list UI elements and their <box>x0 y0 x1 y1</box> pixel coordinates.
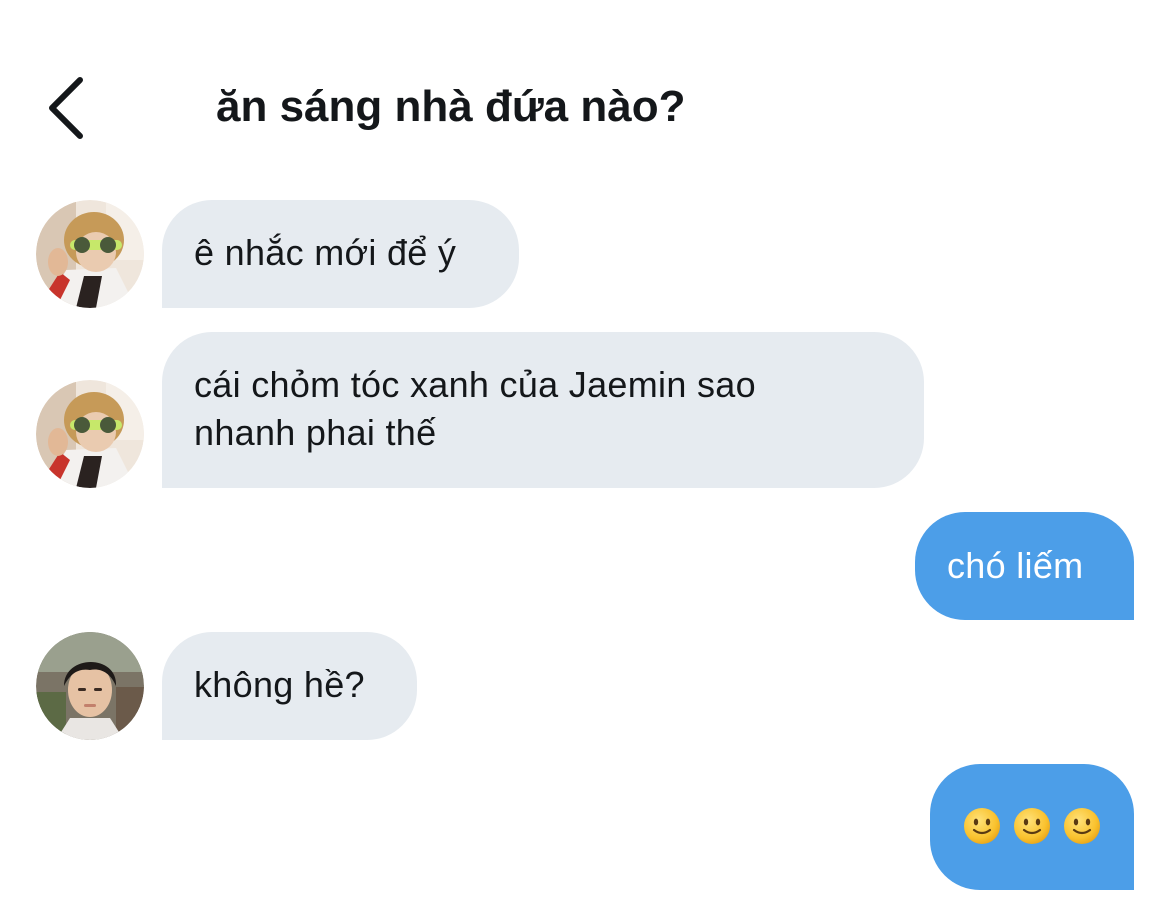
message-bubble[interactable]: chó liếm <box>915 512 1134 620</box>
message-bubble[interactable] <box>930 764 1134 890</box>
message-text: ê nhắc mới để ý <box>194 232 457 273</box>
message-text-line: nhanh phai thế <box>194 412 437 453</box>
message-text: không hề? <box>194 664 365 705</box>
message-text-line: cái chỏm tóc xanh của Jaemin sao <box>194 364 756 405</box>
conversation-title: ăn sáng nhà đứa nào? <box>216 82 686 131</box>
avatar-portrait-image <box>36 632 144 740</box>
chat-header: ăn sáng nhà đứa nào? <box>0 0 1169 180</box>
avatar-sunglasses-image <box>36 380 144 488</box>
slightly-smiling-face-emoji-icon <box>962 806 1002 846</box>
message-bubble[interactable]: cái chỏm tóc xanh của Jaemin sao nhanh p… <box>162 332 924 488</box>
avatar-sunglasses-image <box>36 200 144 308</box>
avatar[interactable] <box>36 380 144 488</box>
avatar[interactable] <box>36 200 144 308</box>
message-bubble[interactable]: ê nhắc mới để ý <box>162 200 519 308</box>
message-text: chó liếm <box>947 545 1084 586</box>
slightly-smiling-face-emoji-icon <box>1012 806 1052 846</box>
slightly-smiling-face-emoji-icon <box>1062 806 1102 846</box>
avatar[interactable] <box>36 632 144 740</box>
message-bubble[interactable]: không hề? <box>162 632 417 740</box>
emoji-row <box>962 794 1102 846</box>
back-button[interactable] <box>40 72 96 144</box>
chevron-left-icon <box>49 77 83 139</box>
